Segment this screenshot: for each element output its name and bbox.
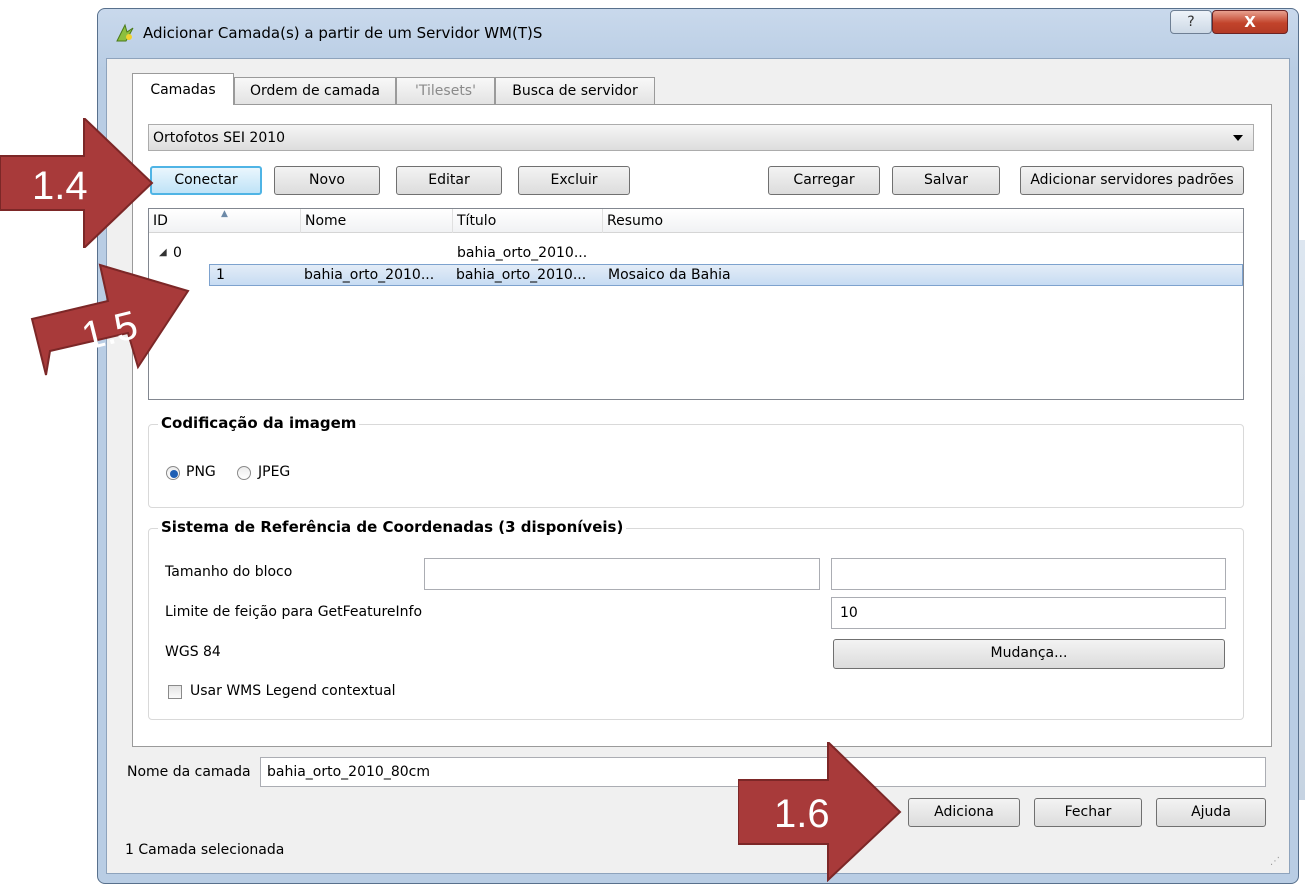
- tab-camadas[interactable]: Camadas: [132, 73, 234, 105]
- table-row-selected[interactable]: 1 bahia_orto_2010... bahia_orto_2010... …: [209, 264, 1243, 286]
- ajuda-button[interactable]: Ajuda: [1156, 798, 1266, 827]
- callout-label-1-4: 1.4: [32, 164, 88, 208]
- tab-busca-de-servidor[interactable]: Busca de servidor: [495, 77, 655, 104]
- table-row[interactable]: ◢ 0 bahia_orto_2010...: [149, 243, 1243, 263]
- row-resumo: Mosaico da Bahia: [608, 267, 731, 283]
- salvar-button[interactable]: Salvar: [892, 166, 1000, 195]
- callout-arrow-1-4: 1.4: [0, 115, 160, 251]
- conectar-button[interactable]: Conectar: [150, 166, 262, 195]
- callout-arrow-1-6: 1.6: [737, 739, 908, 883]
- row-titulo: bahia_orto_2010...: [457, 245, 588, 261]
- row-nome: bahia_orto_2010...: [304, 267, 435, 283]
- adiciona-button[interactable]: Adiciona: [908, 798, 1020, 827]
- jpeg-radio[interactable]: [237, 466, 251, 480]
- column-header-titulo[interactable]: Título: [453, 209, 603, 233]
- table-header: ID ▲ Nome Título Resumo: [149, 209, 1243, 233]
- jpeg-label[interactable]: JPEG: [258, 464, 290, 480]
- png-label[interactable]: PNG: [186, 464, 216, 480]
- column-header-nome[interactable]: Nome: [301, 209, 453, 233]
- server-select[interactable]: Ortofotos SEI 2010: [148, 124, 1254, 151]
- png-radio[interactable]: [166, 466, 180, 480]
- excluir-button[interactable]: Excluir: [518, 166, 630, 195]
- radio-selected-dot: [170, 470, 178, 478]
- encoding-group-title: Codificação da imagem: [158, 414, 360, 432]
- status-bar-text: 1 Camada selecionada: [125, 842, 285, 858]
- server-select-value: Ortofotos SEI 2010: [153, 130, 286, 146]
- crs-group-title: Sistema de Referência de Coordenadas (3 …: [158, 518, 627, 536]
- window-title: Adicionar Camada(s) a partir de um Servi…: [143, 24, 543, 42]
- crs-name: WGS 84: [165, 644, 221, 660]
- contextual-legend-label[interactable]: Usar WMS Legend contextual: [190, 683, 396, 699]
- row-id: 1: [216, 267, 225, 283]
- change-crs-button[interactable]: Mudança...: [833, 639, 1225, 669]
- fechar-button[interactable]: Fechar: [1034, 798, 1142, 827]
- dropdown-arrow-icon: [1233, 135, 1243, 141]
- feature-limit-input[interactable]: 10: [831, 597, 1226, 629]
- callout-label-1-6: 1.6: [774, 792, 830, 836]
- contextual-legend-checkbox[interactable]: [168, 685, 182, 699]
- sort-ascending-icon: ▲: [221, 209, 228, 219]
- novo-button[interactable]: Novo: [274, 166, 380, 195]
- callout-arrow-1-5: 1.5: [28, 255, 208, 385]
- tab-ordem-de-camada[interactable]: Ordem de camada: [234, 77, 396, 104]
- feature-limit-label: Limite de feição para GetFeatureInfo: [165, 604, 423, 620]
- row-titulo: bahia_orto_2010...: [456, 267, 587, 283]
- qgis-icon: [114, 22, 136, 44]
- tab-tilesets: 'Tilesets': [396, 77, 495, 104]
- tile-size-width-input[interactable]: [424, 558, 820, 590]
- carregar-button[interactable]: Carregar: [768, 166, 880, 195]
- column-header-resumo[interactable]: Resumo: [603, 209, 1243, 233]
- editar-button[interactable]: Editar: [396, 166, 502, 195]
- help-button[interactable]: ?: [1170, 10, 1212, 34]
- resize-grip-icon[interactable]: ⋰: [1270, 856, 1280, 867]
- tile-size-label: Tamanho do bloco: [165, 564, 293, 580]
- layer-name-label: Nome da camada: [127, 764, 251, 780]
- layer-tree-table[interactable]: ID ▲ Nome Título Resumo ◢ 0 bahia_orto_2…: [148, 208, 1244, 400]
- encoding-group: [148, 424, 1244, 508]
- adicionar-servidores-padroes-button[interactable]: Adicionar servidores padrões: [1020, 166, 1244, 195]
- tile-size-height-input[interactable]: [831, 558, 1226, 590]
- close-button[interactable]: X: [1212, 10, 1288, 34]
